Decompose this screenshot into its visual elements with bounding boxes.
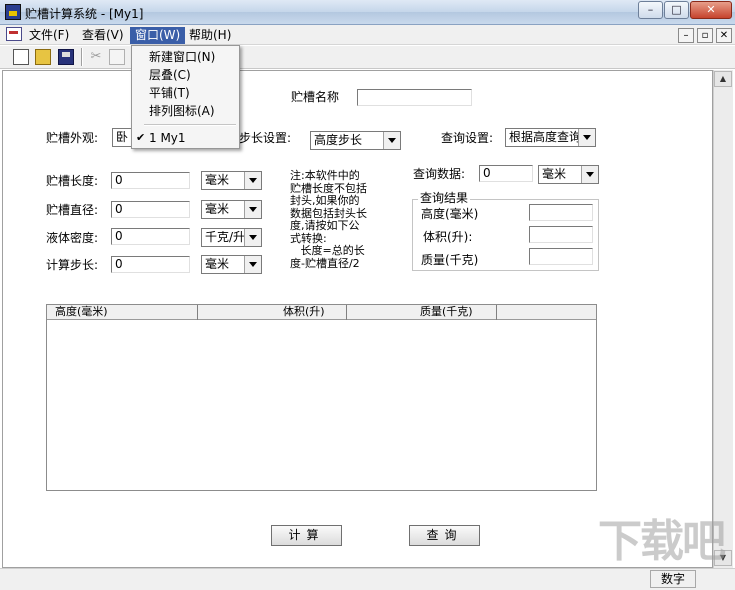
menu-item-new-window[interactable]: 新建窗口(N) — [149, 50, 215, 64]
status-bar — [0, 568, 735, 590]
calc-step-label: 计算步长: — [46, 258, 99, 272]
query-data-unit: 毫米 — [542, 167, 567, 181]
num-lock-indicator: 数字 — [650, 570, 696, 588]
column-divider[interactable] — [496, 305, 497, 320]
note-line: 度-贮槽直径/2 — [290, 256, 360, 270]
chevron-down-icon[interactable] — [244, 256, 261, 273]
note-line: 封头,如果你的 — [290, 194, 360, 207]
column-header-height[interactable]: 高度(毫米) — [55, 305, 108, 320]
result-mass-field[interactable] — [529, 248, 593, 265]
result-volume-field[interactable] — [529, 226, 593, 243]
query-data-label: 查询数据: — [413, 167, 466, 181]
tank-name-input[interactable] — [357, 89, 472, 106]
close-button[interactable]: ✕ — [690, 1, 732, 19]
open-folder-icon[interactable] — [35, 49, 51, 65]
menu-view[interactable]: 查看(V) — [77, 27, 129, 44]
conversion-note: 注:本软件中的 贮槽长度不包括 封头,如果你的 数据包括封头长 度,请按如下公 … — [290, 169, 402, 270]
maximize-button[interactable]: □ — [664, 1, 689, 19]
column-header-mass[interactable]: 质量(千克) — [420, 305, 473, 320]
tank-diameter-label: 贮槽直径: — [46, 203, 99, 217]
chevron-down-icon[interactable] — [581, 166, 598, 183]
query-button[interactable]: 查询 — [409, 525, 480, 546]
query-setting-select[interactable]: 根据高度查询 — [505, 128, 596, 147]
note-line: 度,请按如下公 — [290, 219, 360, 232]
tank-name-label: 贮槽名称 — [291, 90, 340, 104]
menu-window[interactable]: 窗口(W) — [130, 27, 186, 44]
tank-length-unit-select[interactable]: 毫米 — [201, 171, 262, 190]
results-table[interactable] — [46, 304, 597, 491]
tank-length-unit: 毫米 — [205, 173, 230, 187]
tank-length-label: 贮槽长度: — [46, 174, 99, 188]
cut-icon[interactable]: ✂ — [88, 49, 104, 65]
query-data-input[interactable]: 0 — [479, 165, 533, 182]
watermark: 下载吧 — [598, 516, 726, 567]
liquid-density-unit-select[interactable]: 千克/升 — [201, 228, 262, 247]
note-line: 长度=总的长 — [290, 244, 365, 257]
tank-diameter-input[interactable]: 0 — [111, 201, 190, 218]
app-icon[interactable] — [5, 4, 21, 20]
liquid-density-unit: 千克/升 — [205, 230, 246, 244]
query-result-title: 查询结果 — [418, 190, 471, 206]
check-icon: ✔ — [136, 131, 146, 144]
child-minimize-button[interactable]: – — [678, 28, 694, 43]
note-line: 注:本软件中的 — [290, 169, 360, 182]
tank-shape-label: 贮槽外观: — [46, 131, 99, 145]
window-title: 贮槽计算系统 - [My1] — [25, 7, 144, 21]
new-file-icon[interactable] — [13, 49, 29, 65]
calc-step-input[interactable]: 0 — [111, 256, 190, 273]
save-icon[interactable] — [58, 49, 74, 65]
toolbar-separator — [81, 48, 83, 66]
column-divider[interactable] — [346, 305, 347, 320]
child-restore-button[interactable]: ▫ — [697, 28, 713, 43]
result-height-field[interactable] — [529, 204, 593, 221]
menu-file[interactable]: 文件(F) — [24, 27, 74, 44]
menu-item-arrange-icons[interactable]: 排列图标(A) — [149, 104, 215, 118]
result-height-label: 高度(毫米) — [421, 207, 479, 221]
column-header-volume[interactable]: 体积(升) — [283, 305, 325, 320]
scroll-up-button[interactable]: ▲ — [714, 71, 732, 87]
tank-diameter-unit-select[interactable]: 毫米 — [201, 200, 262, 219]
chevron-down-icon[interactable] — [578, 129, 595, 146]
chevron-down-icon[interactable] — [244, 229, 261, 246]
step-setting-label: 步长设置: — [239, 131, 292, 145]
result-mass-label: 质量(千克) — [421, 253, 479, 267]
tank-diameter-unit: 毫米 — [205, 202, 230, 216]
calc-step-unit: 毫米 — [205, 257, 230, 271]
menu-item-tile[interactable]: 平铺(T) — [149, 86, 190, 100]
copy-icon[interactable] — [109, 49, 125, 65]
child-close-button[interactable]: ✕ — [716, 28, 732, 43]
menu-help[interactable]: 帮助(H) — [184, 27, 236, 44]
chevron-down-icon[interactable] — [383, 132, 400, 149]
result-volume-label: 体积(升): — [423, 230, 473, 244]
query-data-unit-select[interactable]: 毫米 — [538, 165, 599, 184]
query-setting-value: 根据高度查询 — [509, 130, 582, 144]
menu-item-cascade[interactable]: 层叠(C) — [149, 68, 191, 82]
menu-separator — [144, 124, 236, 126]
step-setting-value: 高度步长 — [314, 133, 363, 147]
menu-item-doc-my1[interactable]: 1 My1 — [149, 131, 186, 145]
liquid-density-label: 液体密度: — [46, 231, 99, 245]
minimize-button[interactable]: – — [638, 1, 663, 19]
query-setting-label: 查询设置: — [441, 131, 494, 145]
chevron-down-icon[interactable] — [244, 172, 261, 189]
tank-length-input[interactable]: 0 — [111, 172, 190, 189]
calc-step-unit-select[interactable]: 毫米 — [201, 255, 262, 274]
chevron-down-icon[interactable] — [244, 201, 261, 218]
calculate-button[interactable]: 计算 — [271, 525, 342, 546]
liquid-density-input[interactable]: 0 — [111, 228, 190, 245]
step-setting-select[interactable]: 高度步长 — [310, 131, 401, 150]
column-divider[interactable] — [197, 305, 198, 320]
vertical-scrollbar[interactable] — [713, 70, 733, 568]
document-icon[interactable] — [6, 27, 22, 41]
